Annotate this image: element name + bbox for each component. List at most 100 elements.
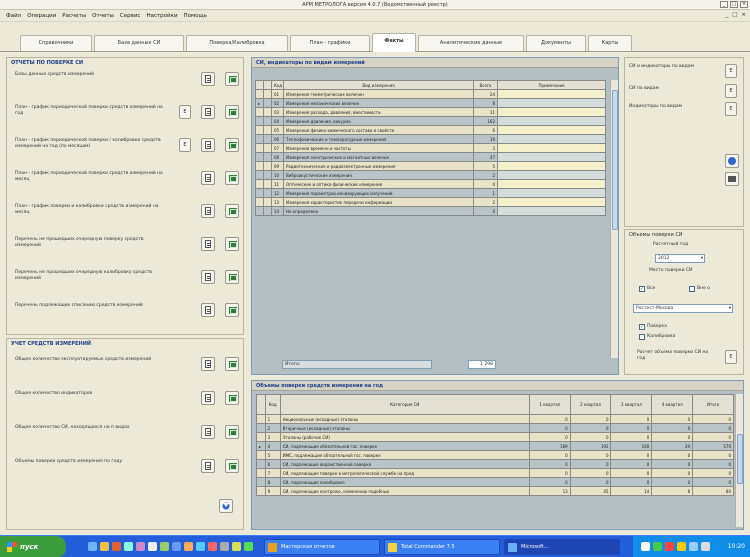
task-total-commander[interactable]: Total Commander 7.5 (384, 539, 500, 555)
outside-checkbox[interactable] (689, 286, 695, 292)
col-code[interactable]: Код (264, 394, 281, 415)
row-note[interactable] (497, 152, 606, 162)
quicklaunch-explorer-icon[interactable] (232, 542, 241, 551)
mdi-minimize-button[interactable]: _ (725, 12, 728, 18)
table-row[interactable]: 5 ИМС, подлежащие обязательной гос. повер… (256, 450, 734, 460)
report-excel-button[interactable] (225, 270, 239, 284)
report-print-button[interactable] (201, 105, 215, 119)
calc-volume-e-button[interactable]: E (725, 350, 737, 364)
quicklaunch-show-desktop-icon[interactable] (244, 542, 253, 551)
menu-settings[interactable]: Настройки (146, 13, 177, 19)
clock[interactable]: 10:20 (728, 543, 745, 550)
col-q3[interactable]: 3 квартал (610, 394, 653, 415)
report-print-button[interactable] (201, 138, 215, 152)
row-note[interactable] (497, 179, 606, 189)
tray-network-icon[interactable] (641, 542, 650, 551)
row-expander[interactable] (263, 206, 272, 216)
row-expander[interactable] (263, 89, 272, 99)
calibration-checkbox[interactable] (639, 334, 645, 340)
report-print-button[interactable] (201, 237, 215, 251)
row-expander[interactable] (263, 197, 272, 207)
quicklaunch-excel-icon[interactable] (160, 542, 169, 551)
tab-plans[interactable]: План - графики (290, 35, 370, 51)
col-total[interactable]: Итого (692, 394, 734, 415)
indicators-by-type-e-button[interactable]: E (725, 102, 737, 116)
all-checkbox[interactable]: ✓ (639, 286, 645, 292)
col-q4[interactable]: 4 квартал (651, 394, 694, 415)
table-row[interactable]: ▸ 4 СИ, подлежащие обязательной гос. повер… (256, 441, 734, 451)
menu-help[interactable]: Помощь (184, 13, 207, 19)
report-print-button[interactable] (201, 171, 215, 185)
menu-operations[interactable]: Операции (27, 13, 56, 19)
quicklaunch-acrobat-icon[interactable] (208, 542, 217, 551)
accounting-print-button[interactable] (201, 391, 215, 405)
quicklaunch-desktop-icon[interactable] (124, 542, 133, 551)
menu-service[interactable]: Сервис (120, 13, 141, 19)
table-row[interactable]: 09 Радиотехнические и радиоэлектронные из… (255, 161, 606, 171)
report-print-button[interactable] (201, 204, 215, 218)
table-row[interactable]: 04 Измерения давления, вакуума 162 (255, 116, 606, 126)
accounting-print-button[interactable] (201, 357, 215, 371)
table-row[interactable]: 12 Измерения параметров ионизирующих излу… (255, 188, 606, 198)
table-row[interactable]: 7 СИ, подлежащие поверке в метрологическо… (256, 468, 734, 478)
tab-verification[interactable]: Поверка/Калибровка (186, 35, 288, 51)
row-note[interactable] (497, 143, 606, 153)
row-expander[interactable] (263, 125, 272, 135)
row-expander[interactable] (263, 170, 272, 180)
refresh-button[interactable] (219, 499, 233, 513)
row-note[interactable] (497, 161, 606, 171)
tray-usb-icon[interactable] (701, 542, 710, 551)
tab-database[interactable]: База данных СИ (94, 35, 184, 51)
tray-volume-icon[interactable] (677, 542, 686, 551)
row-note[interactable] (497, 116, 606, 126)
accounting-excel-button[interactable] (225, 459, 239, 473)
row-expander[interactable] (263, 143, 272, 153)
start-button[interactable]: пуск (0, 536, 66, 557)
maximize-button[interactable]: □ (730, 1, 738, 8)
table-row[interactable]: 06 Теплофизические и температурные измере… (255, 134, 606, 144)
quicklaunch-calc-icon[interactable] (220, 542, 229, 551)
table-row[interactable]: 03 Измерения расхода, давления, вместимос… (255, 107, 606, 117)
row-note[interactable] (497, 107, 606, 117)
report-excel-button[interactable] (225, 204, 239, 218)
si-by-type-e-button[interactable]: E (725, 84, 737, 98)
si-and-indicators-e-button[interactable]: E (725, 64, 737, 78)
table-row[interactable]: 6 СИ, подлежащие ведомственной поверке 0 0 0… (256, 459, 734, 469)
si-grid-scrollbar[interactable] (610, 80, 618, 358)
table-row[interactable]: 9 СИ, подлежащие контролю, изменению подо… (256, 486, 734, 496)
menu-reports[interactable]: Отчеты (92, 13, 114, 19)
row-note[interactable] (497, 89, 606, 99)
report-excel-button[interactable] (225, 105, 239, 119)
col-note[interactable]: Примечание (497, 80, 606, 90)
report-print-button[interactable] (201, 303, 215, 317)
col-total[interactable]: Всего (473, 80, 498, 90)
quicklaunch-outlook-icon[interactable] (184, 542, 193, 551)
quicklaunch-ie-icon[interactable] (88, 542, 97, 551)
quicklaunch-app-icon[interactable] (112, 542, 121, 551)
col-q2[interactable]: 2 квартал (569, 394, 612, 415)
report-print-button[interactable] (201, 270, 215, 284)
chart-button[interactable] (725, 154, 739, 168)
table-row[interactable]: ▸ 02 Измерения механических величин 8 (255, 98, 606, 108)
report-e-button[interactable]: E (179, 105, 191, 119)
quicklaunch-folder-icon[interactable] (100, 542, 109, 551)
menu-file[interactable]: Файл (6, 13, 21, 19)
verification-checkbox[interactable]: ✓ (639, 324, 645, 330)
row-expander[interactable] (263, 161, 272, 171)
col-code[interactable]: Код (271, 80, 284, 90)
row-note[interactable] (497, 197, 606, 207)
task-report-studio[interactable]: Мастерская отчетов (264, 539, 380, 555)
report-excel-button[interactable] (225, 237, 239, 251)
accounting-excel-button[interactable] (225, 425, 239, 439)
row-note[interactable] (497, 98, 606, 108)
tab-maps[interactable]: Карты (588, 35, 632, 51)
tab-references[interactable]: Справочники (20, 35, 92, 51)
row-note[interactable] (497, 125, 606, 135)
quicklaunch-notepad-icon[interactable] (148, 542, 157, 551)
table-row[interactable]: 05 Измерения физико-химического состава и… (255, 125, 606, 135)
table-row[interactable]: 13 Измерения характеристик передачи инфор… (255, 197, 606, 207)
table-row[interactable]: 2 Вторичные (исходные) эталоны 0 0 0 0 0 (256, 423, 734, 433)
row-expander[interactable] (263, 116, 272, 126)
table-row[interactable]: 07 Измерения времени и частоты 3 (255, 143, 606, 153)
accounting-excel-button[interactable] (225, 357, 239, 371)
